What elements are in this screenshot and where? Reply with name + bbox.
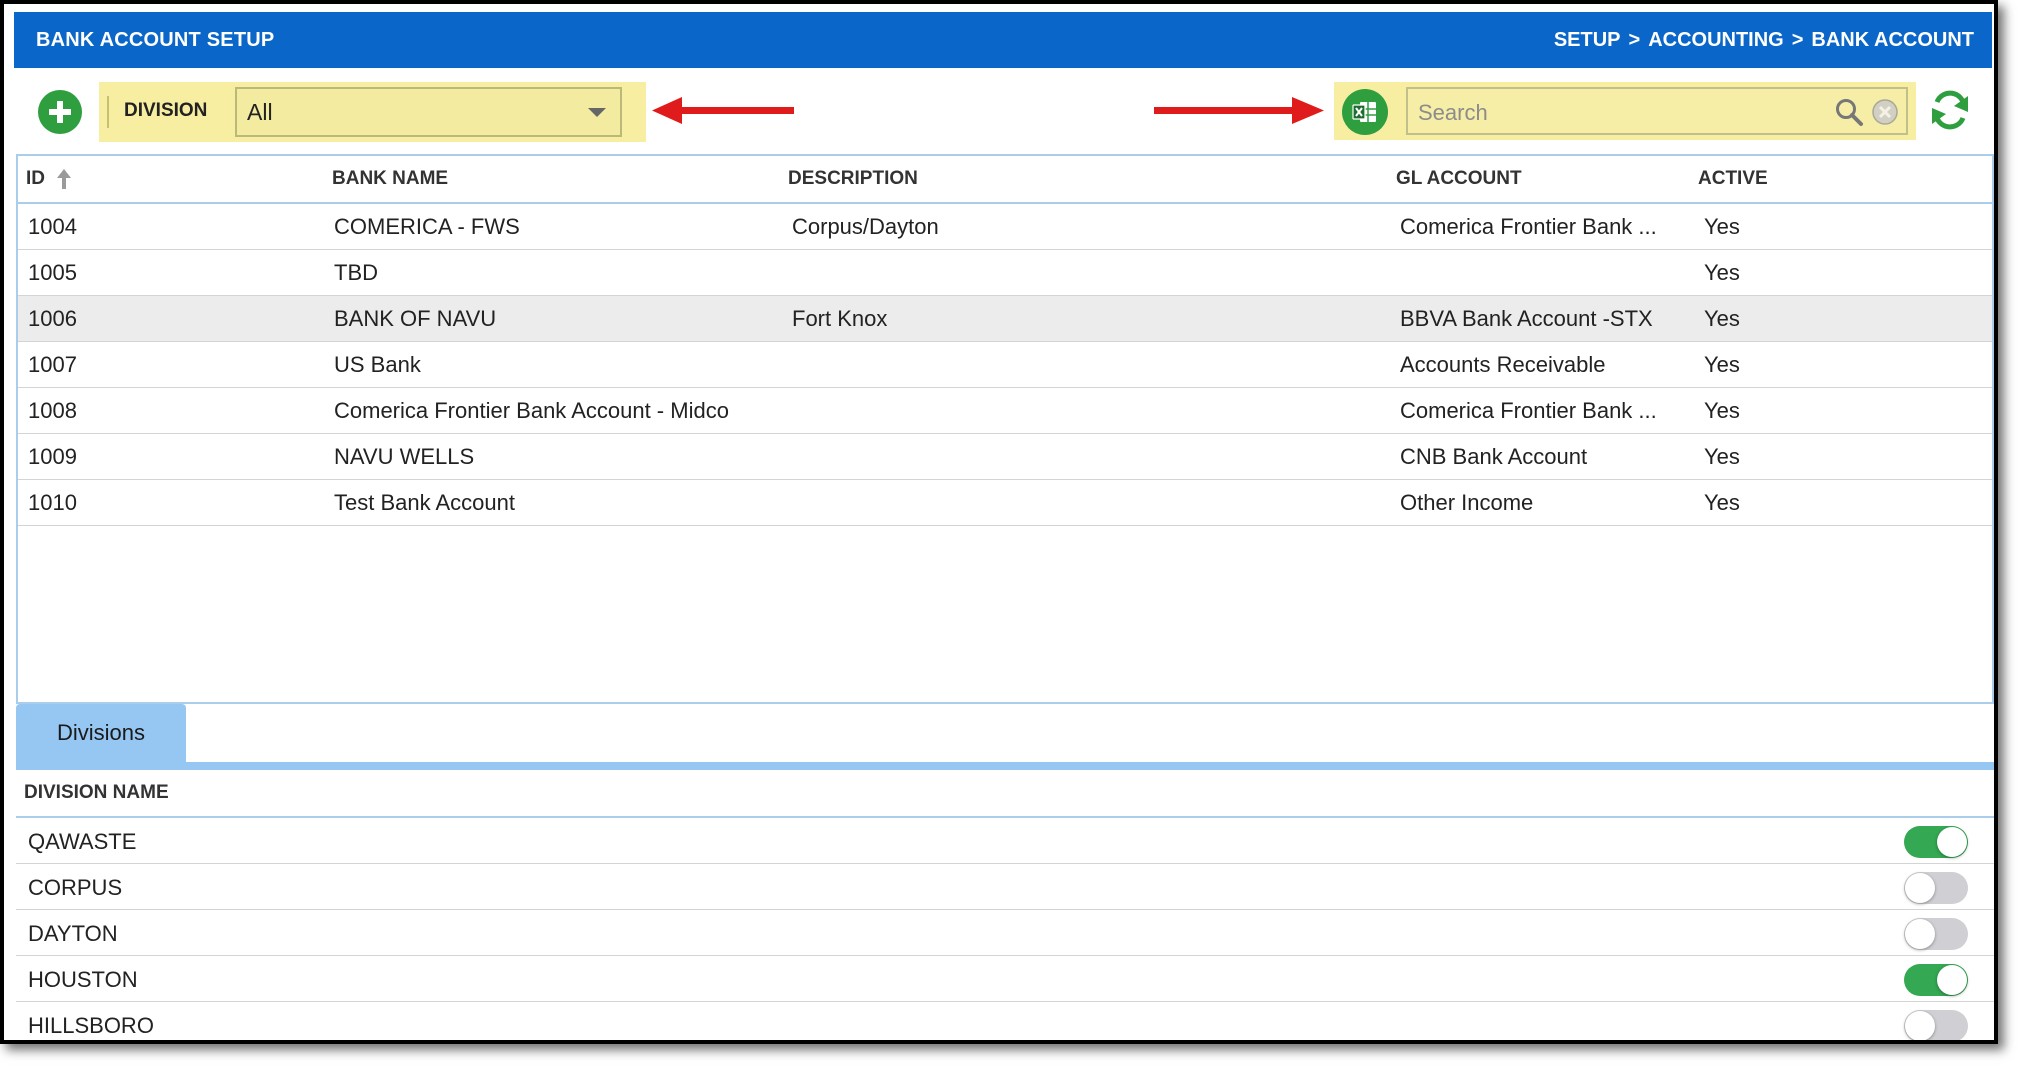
breadcrumb-separator: > [1791,28,1804,51]
division-row: HOUSTON [16,956,1994,1002]
app-window: BANK ACCOUNT SETUP SETUP > ACCOUNTING > … [0,0,1998,1044]
detail-tabs: Divisions [16,704,1994,770]
division-toggle[interactable] [1904,918,1968,950]
column-header-gl-account[interactable]: GL ACCOUNT [1396,168,1522,190]
division-toggle[interactable] [1904,1010,1968,1040]
table-row-selected[interactable]: 1006 BANK OF NAVU Fort Knox BBVA Bank Ac… [18,296,1992,342]
division-row: HILLSBORO [16,1002,1994,1040]
page-title: BANK ACCOUNT SETUP [36,28,275,51]
cell-gl-account: Accounts Receivable [1400,352,1606,377]
table-row[interactable]: 1005 TBD Yes [18,250,1992,296]
clear-icon[interactable] [1870,97,1900,127]
sort-ascending-icon[interactable] [56,168,72,190]
divisions-grid: DIVISION NAME QAWASTE CORPUS DAYTON HOUS… [16,770,1994,1040]
division-name: CORPUS [28,875,123,900]
cell-id: 1009 [28,444,77,469]
add-button[interactable] [38,90,82,134]
tab-underline [16,762,1994,770]
cell-bank-name: COMERICA - FWS [334,214,520,239]
division-row: DAYTON [16,910,1994,956]
cell-description: Corpus/Dayton [792,214,939,239]
column-header-description[interactable]: DESCRIPTION [788,168,918,190]
search-input[interactable] [1416,95,1820,131]
cell-gl-account: CNB Bank Account [1400,444,1588,469]
table-row[interactable]: 1010 Test Bank Account Other Income Yes [18,480,1992,526]
division-select-value: All [247,98,273,125]
search-icon[interactable] [1834,97,1864,127]
division-row: CORPUS [16,864,1994,910]
cell-id: 1006 [28,306,77,331]
breadcrumb-accounting[interactable]: ACCOUNTING [1648,29,1784,52]
breadcrumb-bank-account: BANK ACCOUNT [1811,28,1974,51]
breadcrumb-setup[interactable]: SETUP [1554,29,1621,52]
toggle-knob [1937,827,1967,857]
cell-active: Yes [1704,398,1740,423]
column-header-bank-name[interactable]: BANK NAME [332,168,448,190]
cell-gl-account: Comerica Frontier Bank ... [1400,214,1657,239]
toggle-knob [1905,1011,1935,1040]
cell-id: 1008 [28,398,77,423]
refresh-icon[interactable] [1926,86,1974,134]
cell-bank-name: TBD [334,260,378,285]
cell-active: Yes [1704,306,1740,331]
grid-header: ID BANK NAME DESCRIPTION GL ACCOUNT ACTI… [18,156,1992,204]
division-select[interactable]: All [235,87,622,137]
annotation-arrow-right-icon [1154,97,1324,124]
annotation-arrow-left-icon [652,97,794,124]
division-toggle[interactable] [1904,872,1968,904]
chevron-down-icon [588,107,606,117]
division-filter: DIVISION All [99,82,646,142]
search-toolbar [1334,82,1916,140]
divider [107,96,109,128]
cell-active: Yes [1704,352,1740,377]
column-header-division-name[interactable]: DIVISION NAME [24,782,169,804]
app-header: BANK ACCOUNT SETUP SETUP > ACCOUNTING > … [14,12,1992,68]
cell-description: Fort Knox [792,306,888,331]
tab-divisions[interactable]: Divisions [16,704,186,762]
bank-account-grid: ID BANK NAME DESCRIPTION GL ACCOUNT ACTI… [16,154,1994,704]
cell-active: Yes [1704,260,1740,285]
cell-active: Yes [1704,490,1740,515]
division-name: QAWASTE [28,829,137,854]
toggle-knob [1937,965,1967,995]
table-row[interactable]: 1008 Comerica Frontier Bank Account - Mi… [18,388,1992,434]
division-name: HOUSTON [28,967,138,992]
division-toggle[interactable] [1904,964,1968,996]
division-toggle[interactable] [1904,826,1968,858]
cell-active: Yes [1704,444,1740,469]
cell-id: 1010 [28,490,77,515]
cell-bank-name: Comerica Frontier Bank Account - Midco [334,398,729,423]
cell-id: 1007 [28,352,77,377]
toggle-knob [1905,919,1935,949]
column-header-active[interactable]: ACTIVE [1698,168,1768,190]
cell-id: 1004 [28,214,77,239]
cell-gl-account: BBVA Bank Account -STX [1400,306,1653,331]
cell-bank-name: Test Bank Account [334,490,515,515]
table-row[interactable]: 1007 US Bank Accounts Receivable Yes [18,342,1992,388]
excel-export-button[interactable] [1342,89,1388,135]
cell-gl-account: Other Income [1400,490,1534,515]
breadcrumb-separator: > [1628,28,1641,51]
cell-bank-name: NAVU WELLS [334,444,475,469]
toggle-knob [1905,873,1935,903]
division-row: QAWASTE [16,818,1994,864]
cell-id: 1005 [28,260,77,285]
division-label: DIVISION [124,100,208,121]
breadcrumb: SETUP > ACCOUNTING > BANK ACCOUNT [1554,29,1974,52]
division-name: HILLSBORO [28,1013,154,1038]
column-header-id[interactable]: ID [26,168,45,190]
division-name: DAYTON [28,921,118,946]
table-row[interactable]: 1009 NAVU WELLS CNB Bank Account Yes [18,434,1992,480]
search-field [1406,87,1908,135]
cell-bank-name: US Bank [334,352,421,377]
divisions-header: DIVISION NAME [16,770,1994,818]
table-row[interactable]: 1004 COMERICA - FWS Corpus/Dayton Comeri… [18,204,1992,250]
cell-gl-account: Comerica Frontier Bank ... [1400,398,1657,423]
cell-active: Yes [1704,214,1740,239]
excel-icon [1352,102,1376,122]
cell-bank-name: BANK OF NAVU [334,306,497,331]
plus-icon [49,101,71,123]
